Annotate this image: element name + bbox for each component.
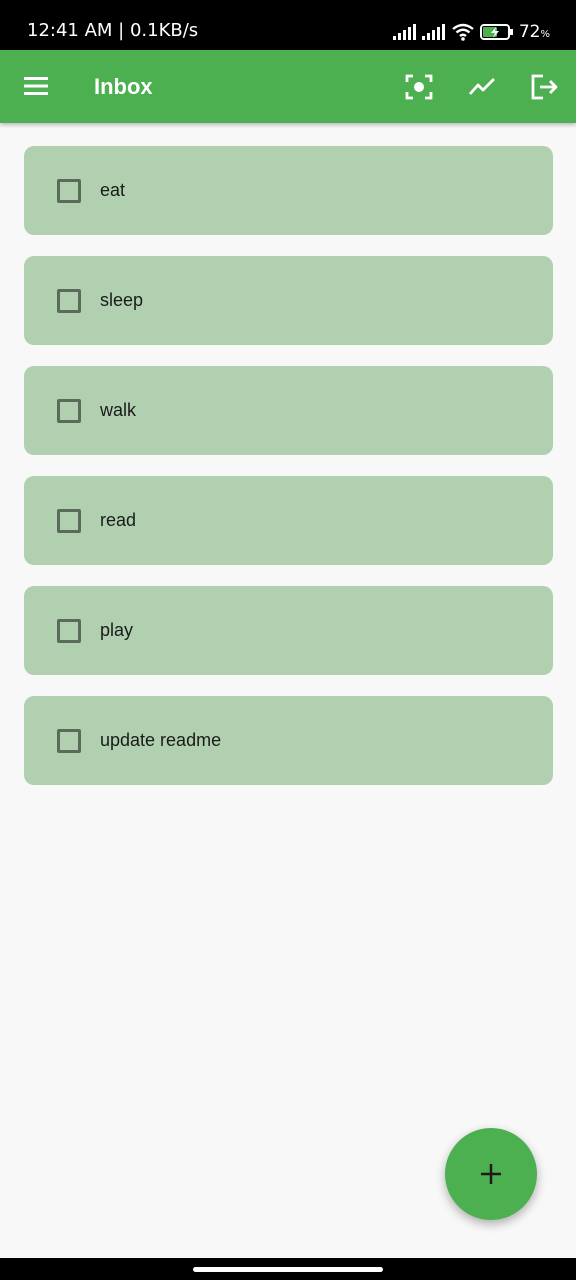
task-checkbox[interactable]: [57, 289, 81, 313]
task-label: play: [100, 620, 134, 640]
logout-icon[interactable]: [529, 72, 559, 102]
focus-icon[interactable]: [404, 72, 434, 102]
battery-level: 72%: [518, 22, 550, 42]
task-checkbox[interactable]: [57, 729, 81, 753]
task-item[interactable]: walk: [24, 366, 553, 455]
task-list: eat sleep walk read play update readme: [24, 146, 553, 806]
task-label: walk: [100, 400, 137, 420]
task-label: read: [100, 510, 137, 530]
menu-icon[interactable]: [22, 72, 50, 100]
status-bar: 12:41 AM | 0.1KB/s 72%: [0, 0, 576, 50]
task-checkbox[interactable]: [57, 619, 81, 643]
battery-charging-icon: [479, 24, 513, 40]
task-label: sleep: [100, 290, 144, 310]
task-checkbox[interactable]: [57, 509, 81, 533]
signal-icon: [392, 24, 416, 40]
task-label: eat: [100, 180, 126, 200]
trending-icon[interactable]: [467, 72, 497, 102]
task-item[interactable]: read: [24, 476, 553, 565]
page-title: Inbox: [94, 74, 153, 99]
plus-icon: [481, 1164, 501, 1184]
task-item[interactable]: eat: [24, 146, 553, 235]
app-bar: Inbox: [0, 50, 576, 123]
task-item[interactable]: sleep: [24, 256, 553, 345]
signal-icon-2: [421, 24, 445, 40]
task-checkbox[interactable]: [57, 179, 81, 203]
navigation-bar: [0, 1258, 576, 1280]
status-time-speed: 12:41 AM | 0.1KB/s: [27, 20, 199, 41]
task-checkbox[interactable]: [57, 399, 81, 423]
wifi-icon: [452, 23, 474, 41]
home-indicator[interactable]: [193, 1267, 383, 1272]
task-item[interactable]: play: [24, 586, 553, 675]
add-task-button[interactable]: [445, 1128, 537, 1220]
status-icons: 72%: [392, 10, 550, 54]
task-item[interactable]: update readme: [24, 696, 553, 785]
task-label: update readme: [100, 730, 222, 750]
